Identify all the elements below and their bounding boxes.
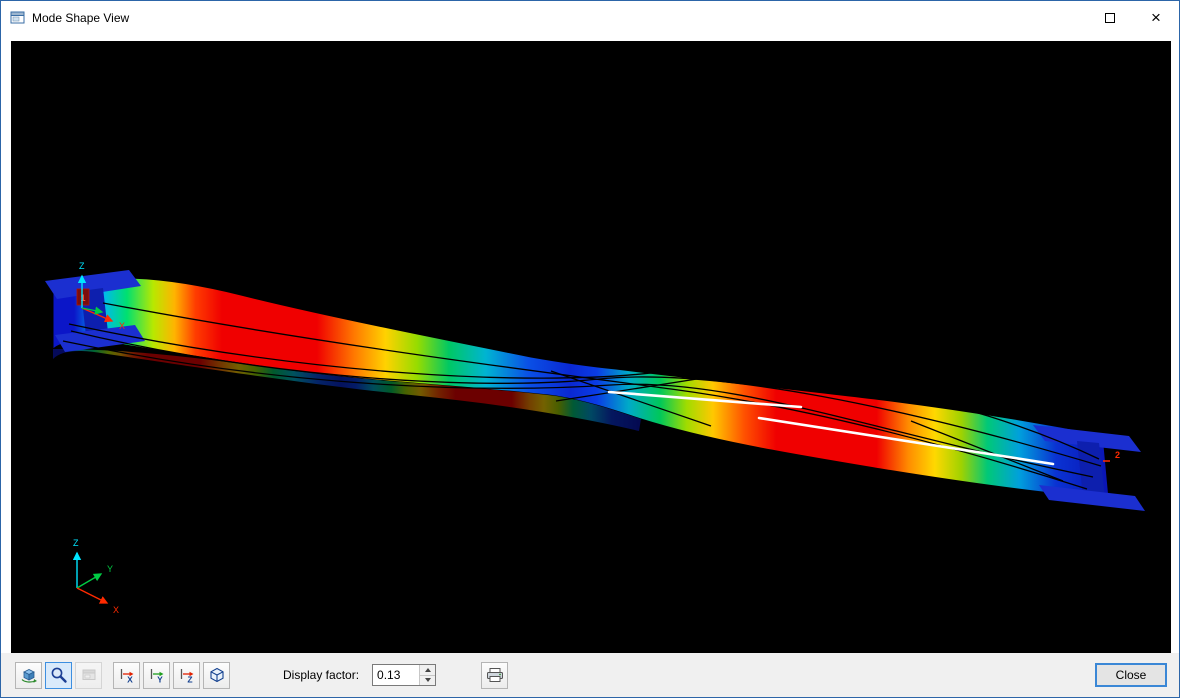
- node-label-1: 1: [80, 293, 85, 303]
- title-bar: Mode Shape View ×: [1, 1, 1179, 34]
- zoom-button[interactable]: [45, 662, 72, 689]
- display-factor-input[interactable]: [373, 665, 419, 685]
- display-factor-spin-down[interactable]: [420, 675, 435, 686]
- beam-axis-x-label: X: [119, 321, 125, 331]
- bottom-toolbar: X Y Z Display factor:: [1, 653, 1179, 697]
- spin-down-icon: [425, 678, 431, 682]
- global-axis-z-label: Z: [73, 538, 79, 548]
- display-factor-spin-arrows: [419, 665, 435, 685]
- isometric-view-button[interactable]: [203, 662, 230, 689]
- display-factor-spin-up[interactable]: [420, 665, 435, 675]
- pan-button[interactable]: [75, 662, 102, 689]
- app-icon: [10, 10, 26, 26]
- window-icon: [80, 666, 98, 684]
- cube-outline-icon: [208, 666, 226, 684]
- magnifier-icon: [50, 666, 68, 684]
- print-button[interactable]: [481, 662, 508, 689]
- view-along-y-button[interactable]: Y: [143, 662, 170, 689]
- spin-up-icon: [425, 668, 431, 672]
- view-z-letter: Z: [187, 675, 192, 685]
- printer-icon: [485, 666, 505, 684]
- view-along-z-button[interactable]: Z: [173, 662, 200, 689]
- window-title: Mode Shape View: [32, 11, 129, 25]
- node-label-2: 2: [1115, 450, 1120, 460]
- display-factor-spinbox: [372, 664, 436, 686]
- global-axis-y-label: Y: [107, 564, 113, 574]
- close-window-button[interactable]: ×: [1133, 2, 1179, 34]
- maximize-button[interactable]: [1087, 2, 1133, 34]
- rotate-view-button[interactable]: [15, 662, 42, 689]
- global-axis-x-label: X: [113, 605, 119, 615]
- mode-shape-canvas: 1 2 Z X Z Y X: [11, 41, 1171, 653]
- node-marker-1: 1: [77, 289, 89, 305]
- maximize-icon: [1105, 13, 1115, 23]
- mode-shape-viewport[interactable]: 1 2 Z X Z Y X: [11, 41, 1169, 653]
- close-button[interactable]: Close: [1095, 663, 1167, 687]
- axis-arrow-icon: Y: [148, 666, 166, 684]
- axis-arrow-icon: X: [118, 666, 136, 684]
- view-y-letter: Y: [157, 675, 163, 685]
- view-x-letter: X: [127, 675, 133, 685]
- display-factor-label: Display factor:: [283, 668, 359, 682]
- orbit-cube-icon: [20, 666, 38, 684]
- beam-axis-z-label: Z: [79, 261, 85, 271]
- close-icon: ×: [1151, 9, 1161, 26]
- view-along-x-button[interactable]: X: [113, 662, 140, 689]
- axis-arrow-icon: Z: [178, 666, 196, 684]
